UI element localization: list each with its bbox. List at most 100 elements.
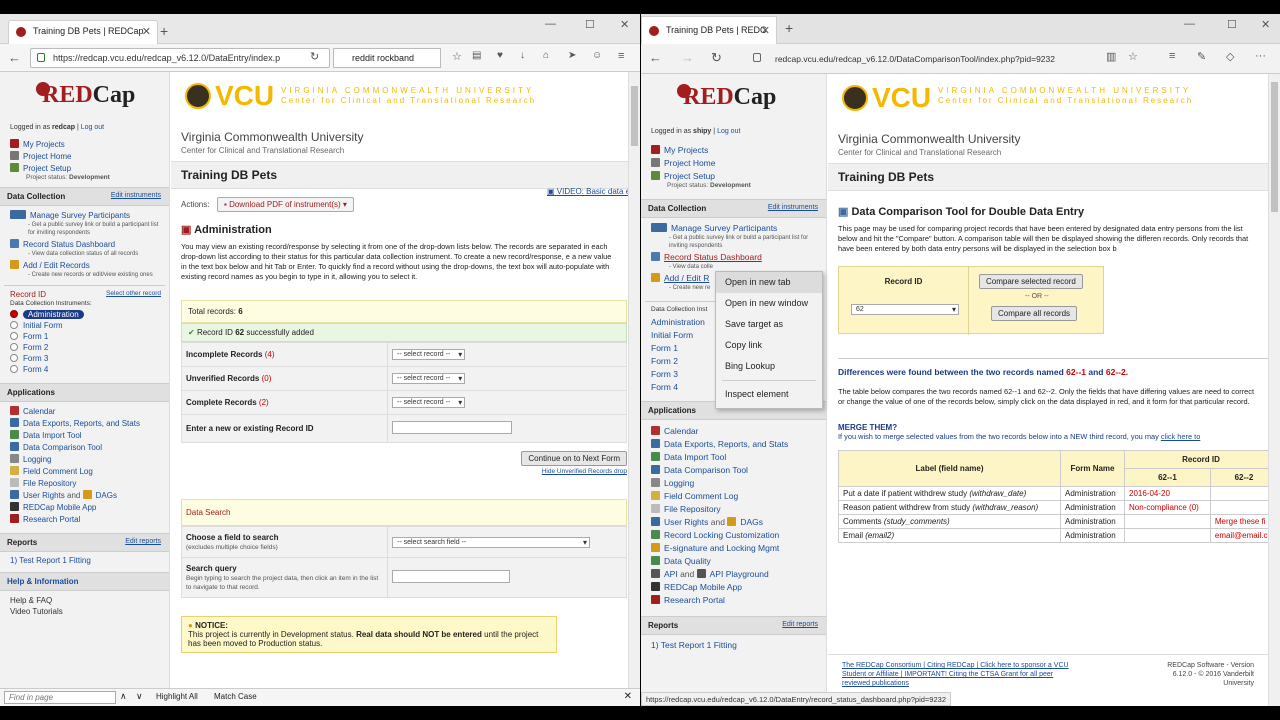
- app-user-rights[interactable]: User Rights and DAGs: [0, 489, 169, 501]
- close-tab-icon[interactable]: ✕: [142, 25, 151, 38]
- more-icon[interactable]: ···: [1255, 50, 1266, 62]
- app-data-import[interactable]: Data Import Tool: [0, 429, 169, 441]
- bookmark-star-icon[interactable]: ☆: [452, 50, 462, 63]
- close-find-icon[interactable]: ✕: [624, 691, 632, 702]
- back-icon[interactable]: ←: [649, 50, 662, 65]
- value-2-cell[interactable]: Merge these fi: [1209, 514, 1268, 529]
- share-icon[interactable]: ◇: [1226, 50, 1234, 63]
- app-user-rights[interactable]: User Rights and DAGs: [641, 515, 826, 528]
- app-data-exports[interactable]: Data Exports, Reports, and Stats: [641, 437, 826, 450]
- match-case-button[interactable]: Match Case: [214, 692, 257, 701]
- app-api[interactable]: API and API Playground: [641, 567, 826, 580]
- app-logging[interactable]: Logging: [0, 453, 169, 465]
- logout-link[interactable]: Log out: [717, 128, 740, 135]
- refresh-icon[interactable]: ↻: [711, 50, 722, 66]
- favorite-star-icon[interactable]: ☆: [1128, 50, 1138, 63]
- hide-unverified-link[interactable]: Hide Unverified Records drop: [542, 468, 627, 475]
- compare-selected-button[interactable]: Compare selected record: [979, 274, 1083, 289]
- edit-instruments-link[interactable]: Edit instruments: [768, 204, 818, 211]
- instrument-form-3[interactable]: Form 3: [0, 353, 169, 364]
- search-query-input[interactable]: [392, 570, 510, 583]
- ctx-copy-link[interactable]: Copy link: [716, 335, 822, 356]
- maximize-icon[interactable]: ☐: [585, 18, 595, 31]
- value-2-cell[interactable]: [1209, 500, 1268, 515]
- nav-project-home[interactable]: Project Home: [641, 156, 826, 169]
- app-file-repository[interactable]: File Repository: [641, 502, 826, 515]
- left-address-bar[interactable]: https://redcap.vcu.edu/redcap_v6.12.0/Da…: [30, 48, 330, 68]
- app-data-comparison[interactable]: Data Comparison Tool: [0, 441, 169, 453]
- record-id-input[interactable]: [392, 421, 512, 434]
- merge-link[interactable]: click here to: [1161, 432, 1200, 441]
- instrument-initial-form[interactable]: Initial Form: [0, 320, 169, 331]
- instrument-form-4[interactable]: Form 4: [0, 364, 169, 375]
- right-address-bar[interactable]: redcap.vcu.edu/redcap_v6.12.0/DataCompar…: [775, 54, 1055, 64]
- share-icon[interactable]: ➤: [568, 50, 576, 61]
- scroll-thumb[interactable]: [631, 86, 638, 146]
- app-mobile[interactable]: REDCap Mobile App: [641, 580, 826, 593]
- value-2-cell[interactable]: [1209, 486, 1268, 501]
- highlight-all-button[interactable]: Highlight All: [156, 692, 198, 701]
- value-2-cell[interactable]: email@email.c: [1209, 528, 1268, 543]
- browser-search-box[interactable]: reddit rockband: [333, 48, 441, 68]
- unverified-records-select[interactable]: -- select record --: [392, 373, 466, 384]
- menu-icon[interactable]: ≡: [618, 50, 624, 62]
- app-calendar[interactable]: Calendar: [641, 424, 826, 437]
- search-field-select[interactable]: -- select search field --: [392, 536, 590, 548]
- left-tab-active[interactable]: Training DB Pets | REDCap ✕: [8, 20, 158, 44]
- ctx-bing-lookup[interactable]: Bing Lookup: [716, 356, 822, 377]
- continue-button[interactable]: Continue on to Next Form: [521, 451, 627, 466]
- nav-my-projects[interactable]: My Projects: [0, 138, 169, 150]
- app-data-quality[interactable]: Data Quality: [641, 554, 826, 567]
- window-close-icon[interactable]: ✕: [620, 18, 629, 31]
- footer-links[interactable]: The REDCap Consortium | Citing REDCap | …: [842, 661, 1069, 688]
- nav-my-projects[interactable]: My Projects: [641, 143, 826, 156]
- find-next-icon[interactable]: ∨: [136, 691, 143, 702]
- edit-reports-link[interactable]: Edit reports: [782, 621, 818, 628]
- value-1-cell[interactable]: [1124, 514, 1211, 529]
- value-1-cell[interactable]: 2016-04-20: [1124, 486, 1211, 501]
- download-pdf-button[interactable]: ▪ Download PDF of instrument(s) ▾: [217, 197, 354, 212]
- home-icon[interactable]: ⌂: [543, 50, 549, 61]
- pocket-icon[interactable]: ♥: [497, 50, 503, 61]
- record-status-dashboard[interactable]: Record Status Dashboard: [641, 251, 826, 263]
- instrument-form-2[interactable]: Form 2: [0, 342, 169, 353]
- window-close-icon[interactable]: ✕: [1261, 18, 1270, 31]
- video-tutorials[interactable]: Video Tutorials: [0, 606, 169, 617]
- right-scrollbar[interactable]: [1268, 74, 1280, 706]
- close-tab-icon[interactable]: ✕: [761, 24, 770, 37]
- smiley-icon[interactable]: ☺: [592, 50, 602, 61]
- help-header[interactable]: Help & Information: [0, 572, 169, 591]
- video-link[interactable]: ▣ VIDEO: Basic data e: [547, 187, 628, 196]
- app-research-portal[interactable]: Research Portal: [0, 513, 169, 525]
- hub-icon[interactable]: ≡: [1169, 50, 1175, 62]
- app-file-repository[interactable]: File Repository: [0, 477, 169, 489]
- instrument-administration[interactable]: Administration: [0, 309, 169, 320]
- left-scrollbar[interactable]: [628, 72, 640, 706]
- app-calendar[interactable]: Calendar: [0, 405, 169, 417]
- manage-survey-participants[interactable]: Manage Survey Participants: [641, 222, 826, 234]
- help-faq[interactable]: Help & FAQ: [0, 595, 169, 606]
- app-record-locking[interactable]: Record Locking Customization: [641, 528, 826, 541]
- app-logging[interactable]: Logging: [641, 476, 826, 489]
- value-1-cell[interactable]: Non-compliance (0): [1124, 500, 1211, 515]
- edit-instruments-link[interactable]: Edit instruments: [111, 192, 161, 199]
- app-data-exports[interactable]: Data Exports, Reports, and Stats: [0, 417, 169, 429]
- add-edit-records[interactable]: Add / Edit Records: [0, 259, 169, 271]
- download-icon[interactable]: ↓: [520, 50, 525, 61]
- ctx-save-target[interactable]: Save target as: [716, 314, 822, 335]
- reading-list-icon[interactable]: ▤: [472, 50, 481, 61]
- find-prev-icon[interactable]: ∧: [120, 691, 127, 702]
- record-status-dashboard[interactable]: Record Status Dashboard: [0, 238, 169, 250]
- web-note-icon[interactable]: ✎: [1197, 50, 1206, 63]
- ctx-open-new-window[interactable]: Open in new window: [716, 293, 822, 314]
- app-field-comment-log[interactable]: Field Comment Log: [641, 489, 826, 502]
- logout-link[interactable]: Log out: [81, 124, 104, 131]
- right-tab-active[interactable]: Training DB Pets | REDC ✕: [641, 16, 777, 44]
- value-1-cell[interactable]: [1124, 528, 1211, 543]
- report-item[interactable]: 1) Test Report 1 Fitting: [0, 555, 169, 566]
- maximize-icon[interactable]: ☐: [1227, 18, 1237, 31]
- app-esignature[interactable]: E-signature and Locking Mgmt: [641, 541, 826, 554]
- complete-records-select[interactable]: -- select record --: [392, 397, 466, 408]
- minimize-icon[interactable]: —: [545, 18, 556, 30]
- nav-project-setup[interactable]: Project Setup: [0, 162, 169, 174]
